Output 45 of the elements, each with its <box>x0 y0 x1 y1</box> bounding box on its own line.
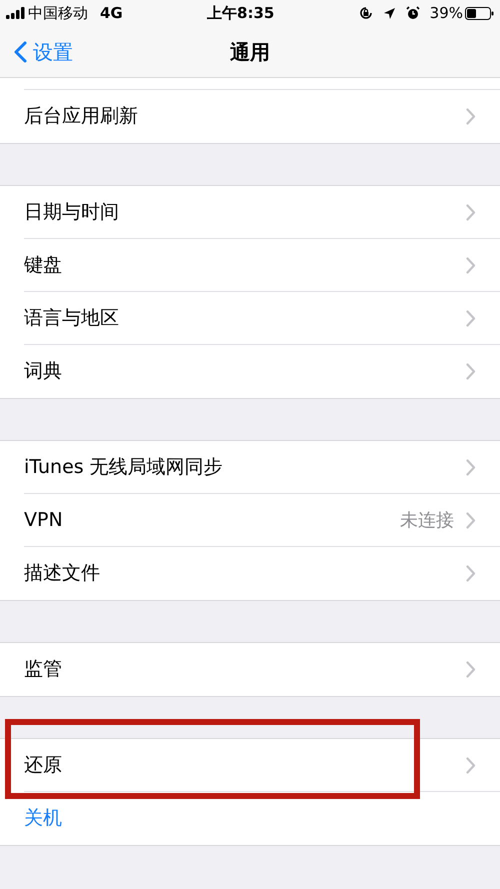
row-label: 后台应用刷新 <box>24 104 138 130</box>
chevron-icon <box>466 363 476 380</box>
network-type: 4G <box>100 2 123 24</box>
settings-row[interactable]: 关机 <box>0 792 500 845</box>
settings-row[interactable]: 日期与时间 <box>0 186 500 239</box>
row-label: 还原 <box>24 753 62 778</box>
settings-row[interactable]: 后台应用刷新 <box>0 90 500 143</box>
row-label: 词典 <box>24 359 62 384</box>
chevron-icon <box>466 310 476 327</box>
alarm-icon <box>406 6 420 20</box>
row-label: 键盘 <box>24 253 62 278</box>
row-label: iTunes 无线局域网同步 <box>24 455 223 480</box>
battery-icon <box>465 6 494 20</box>
row-label: 描述文件 <box>24 561 100 586</box>
carrier-name: 中国移动 <box>28 2 88 24</box>
row-value: 未连接 <box>400 509 454 533</box>
status-time: 上午8:35 <box>207 2 274 24</box>
row-label: 关机 <box>24 806 62 832</box>
signal-icon <box>6 7 26 19</box>
chevron-icon <box>466 757 476 774</box>
battery-percent: 39% <box>430 2 463 24</box>
row-label: 日期与时间 <box>24 200 119 226</box>
settings-row[interactable]: VPN 未连接 <box>0 494 500 547</box>
settings-row[interactable]: 还原 <box>0 739 500 792</box>
settings-row[interactable]: 语言与地区 <box>0 292 500 345</box>
chevron-icon <box>466 512 476 529</box>
settings-row[interactable]: 描述文件 <box>0 547 500 600</box>
chevron-icon <box>466 661 476 678</box>
row-label: VPN <box>24 508 63 534</box>
settings-row[interactable]: 词典 <box>0 345 500 398</box>
rotation-lock-icon <box>358 6 373 20</box>
chevron-icon <box>466 257 476 274</box>
page-title: 通用 <box>230 38 270 66</box>
settings-row[interactable]: iTunes 无线局域网同步 <box>0 441 500 494</box>
back-button[interactable]: 设置 <box>14 26 73 77</box>
chevron-icon <box>466 108 476 125</box>
settings-row[interactable]: 键盘 <box>0 239 500 292</box>
chevron-icon <box>466 565 476 582</box>
chevron-icon <box>466 459 476 476</box>
row-label: 监管 <box>24 657 62 682</box>
settings-row[interactable]: 监管 <box>0 643 500 696</box>
back-chevron-icon <box>14 40 27 62</box>
chevron-icon <box>466 204 476 221</box>
row-label: 语言与地区 <box>24 306 119 332</box>
location-icon <box>382 6 396 20</box>
